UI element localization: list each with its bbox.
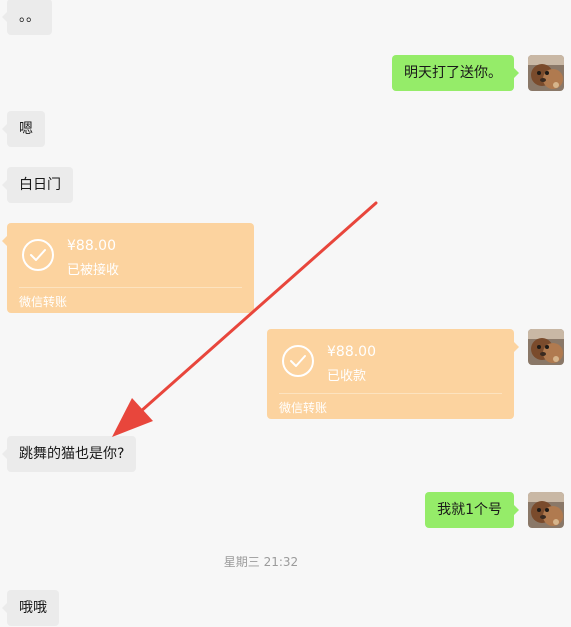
message-bubble-sent[interactable]: 明天打了送你。 (392, 55, 519, 91)
message-text: 明天打了送你。 (404, 65, 502, 81)
message-bubble-received[interactable]: 。。 (2, 0, 52, 35)
message-text: 白日门 (19, 177, 61, 193)
divider (279, 393, 502, 394)
message-text: 。。 (19, 9, 40, 25)
dog-photo-icon (528, 492, 564, 528)
check-circle-icon (282, 345, 314, 377)
message-bubble-received[interactable]: 哦哦 (2, 590, 59, 626)
transfer-card-sent[interactable]: ¥88.00 已收款 微信转账 (267, 329, 519, 419)
transfer-status: 已被接收 (67, 263, 120, 278)
avatar[interactable] (528, 55, 564, 91)
message-bubble-received[interactable]: 跳舞的猫也是你? (1, 436, 137, 472)
transfer-label: 微信转账 (19, 295, 68, 309)
message-text: 哦哦 (19, 600, 47, 616)
message-text: 嗯 (19, 121, 33, 137)
dog-photo-icon (528, 329, 564, 365)
avatar[interactable] (528, 492, 564, 528)
timestamp: 星期三 21:32 (223, 555, 299, 569)
transfer-amount: ¥88.00 (327, 344, 376, 360)
transfer-amount: ¥88.00 (67, 238, 116, 254)
message-bubble-sent[interactable]: 我就1个号 (425, 492, 519, 528)
divider (19, 287, 242, 288)
check-circle-icon (22, 239, 54, 271)
dog-photo-icon (528, 55, 564, 91)
message-text: 跳舞的猫也是你? (19, 446, 125, 462)
avatar[interactable] (528, 329, 564, 365)
transfer-card-received[interactable]: ¥88.00 已被接收 微信转账 (2, 223, 254, 313)
transfer-label: 微信转账 (279, 401, 328, 415)
arrow-icon (112, 201, 378, 437)
message-text: 我就1个号 (437, 502, 502, 518)
message-bubble-received[interactable]: 白日门 (2, 167, 73, 203)
transfer-status: 已收款 (327, 369, 367, 384)
message-bubble-received[interactable]: 嗯 (2, 111, 45, 147)
